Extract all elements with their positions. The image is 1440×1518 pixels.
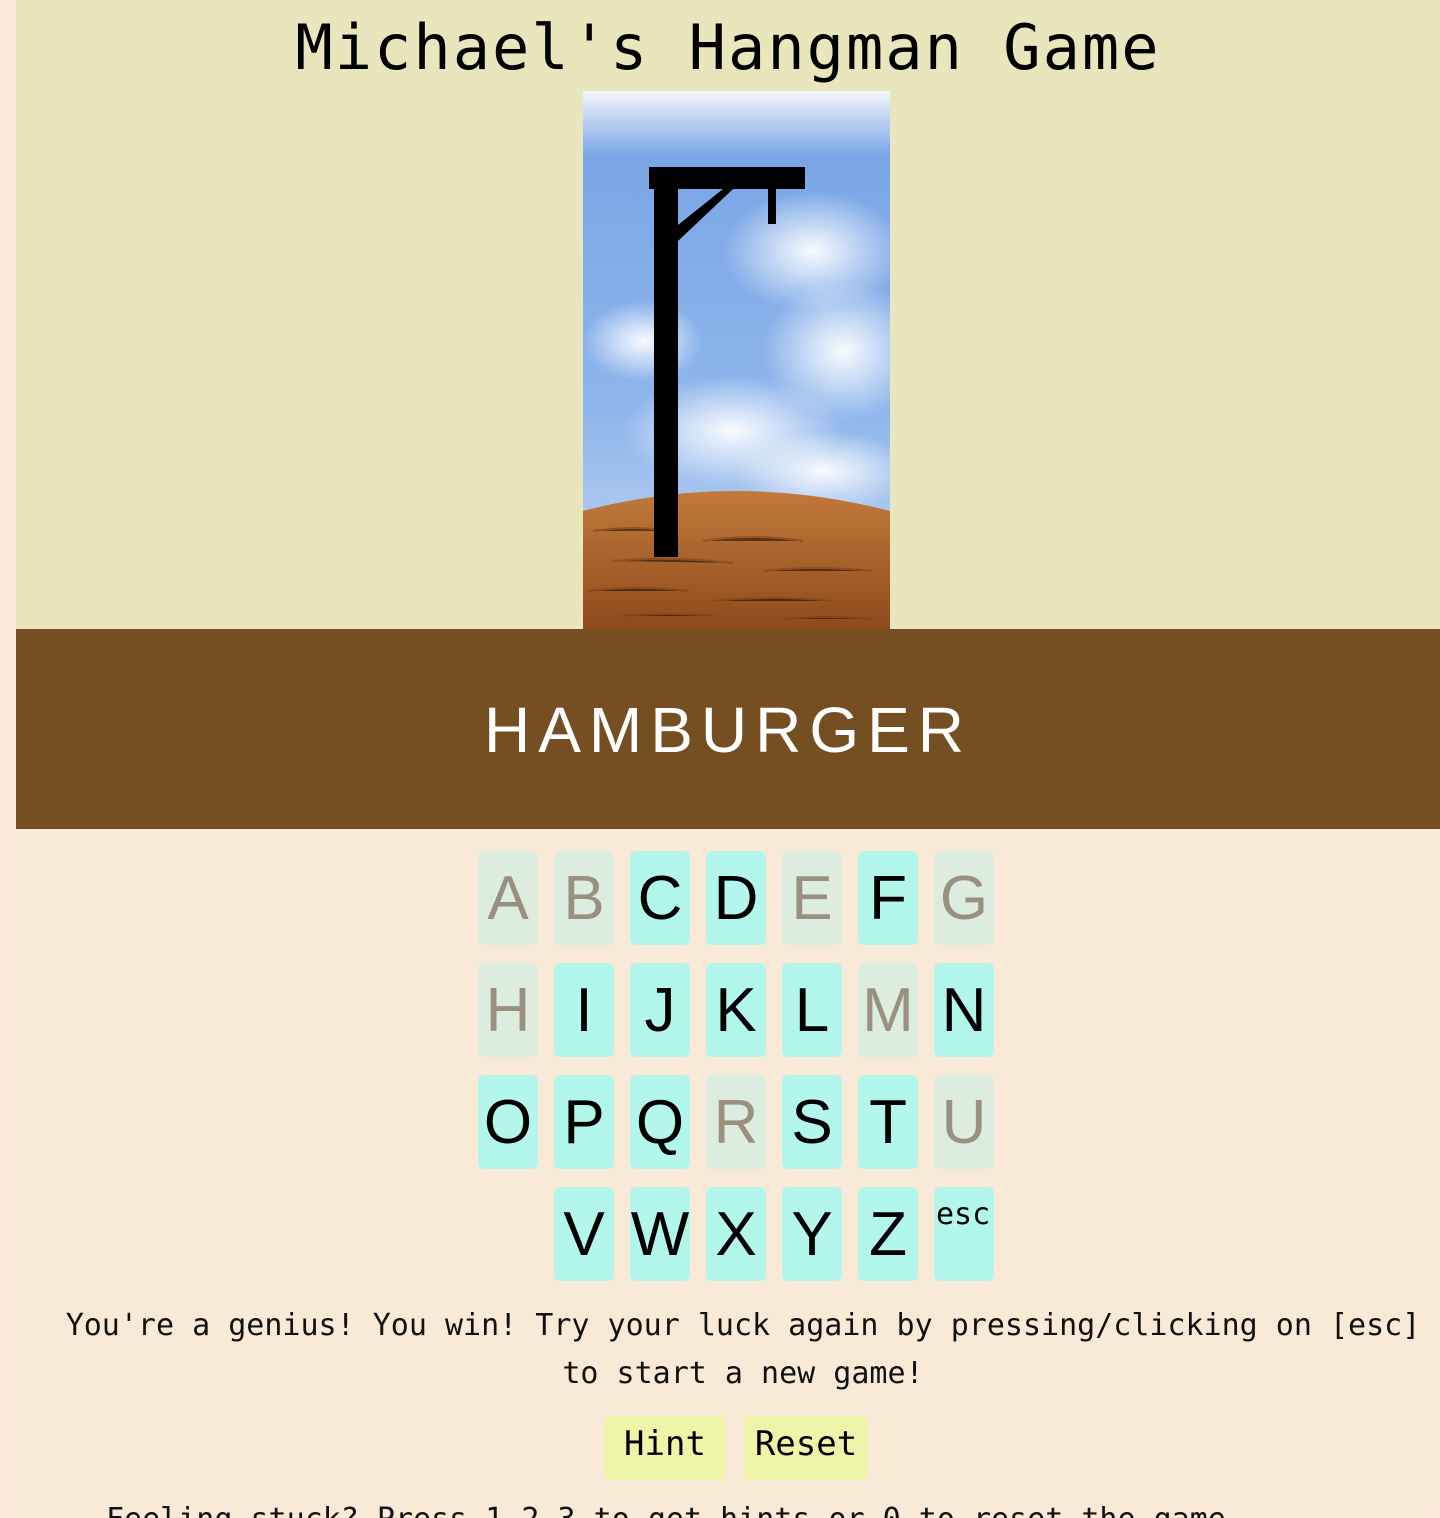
key-z[interactable]: Z (858, 1187, 918, 1281)
key-s[interactable]: S (782, 1075, 842, 1169)
key-r[interactable]: R (706, 1075, 766, 1169)
key-p[interactable]: P (554, 1075, 614, 1169)
key-esc[interactable]: esc (934, 1187, 994, 1281)
key-t[interactable]: T (858, 1075, 918, 1169)
key-n[interactable]: N (934, 963, 994, 1057)
key-i[interactable]: I (554, 963, 614, 1057)
key-q[interactable]: Q (630, 1075, 690, 1169)
key-d[interactable]: D (706, 851, 766, 945)
secret-word: HAMBURGER (483, 694, 973, 766)
key-m[interactable]: M (858, 963, 918, 1057)
key-b[interactable]: B (554, 851, 614, 945)
key-w[interactable]: W (630, 1187, 690, 1281)
result-message: You're a genius! You win! Try your luck … (65, 1308, 1421, 1391)
key-a[interactable]: A (478, 851, 538, 945)
key-h[interactable]: H (478, 963, 538, 1057)
game-frame: Michael's Hangman Game HAMBURGER A B C D… (16, 0, 1440, 1518)
key-k[interactable]: K (706, 963, 766, 1057)
key-u[interactable]: U (934, 1075, 994, 1169)
reset-button[interactable]: Reset (744, 1416, 868, 1480)
key-c[interactable]: C (630, 851, 690, 945)
key-y[interactable]: Y (782, 1187, 842, 1281)
key-f[interactable]: F (858, 851, 918, 945)
key-v[interactable]: V (554, 1187, 614, 1281)
key-x[interactable]: X (706, 1187, 766, 1281)
page-title: Michael's Hangman Game (295, 11, 1161, 84)
key-e[interactable]: E (782, 851, 842, 945)
key-o[interactable]: O (478, 1075, 538, 1169)
hangman-gallows-image (583, 91, 890, 629)
hint-button[interactable]: Hint (604, 1416, 726, 1480)
key-l[interactable]: L (782, 963, 842, 1057)
key-j[interactable]: J (630, 963, 690, 1057)
footer-instructions: Feeling stuck? Press 1 2 3 to get hints … (106, 1500, 1440, 1518)
key-g[interactable]: G (934, 851, 994, 945)
